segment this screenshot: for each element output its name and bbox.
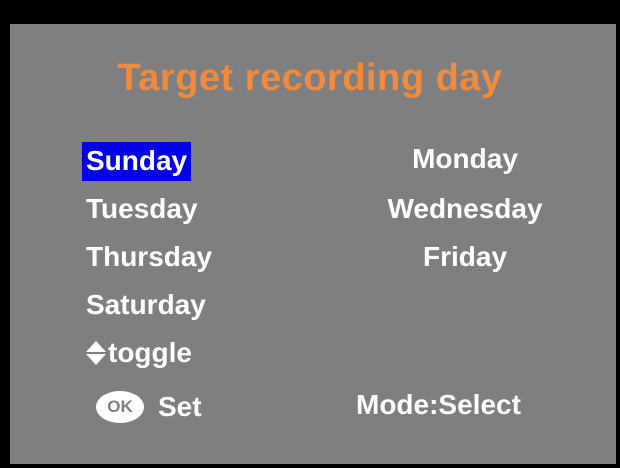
mode-status: Mode:Select xyxy=(356,389,521,420)
day-option-monday[interactable]: Monday xyxy=(360,142,570,176)
day-option-tuesday[interactable]: Tuesday xyxy=(86,192,198,226)
toggle-hint-label: toggle xyxy=(108,337,192,368)
up-down-arrows-icon xyxy=(86,340,106,366)
set-hint: OK Set xyxy=(96,390,202,424)
day-option-saturday[interactable]: Saturday xyxy=(86,288,206,322)
day-option-sunday[interactable]: Sunday xyxy=(82,142,192,181)
ok-button-icon: OK xyxy=(96,391,144,423)
day-option-wednesday[interactable]: Wednesday xyxy=(360,192,570,226)
menu-title: Target recording day xyxy=(117,57,503,99)
day-option-friday[interactable]: Friday xyxy=(360,240,570,274)
day-option-thursday[interactable]: Thursday xyxy=(86,240,212,274)
toggle-hint: toggle xyxy=(86,336,192,370)
set-hint-label: Set xyxy=(158,391,202,422)
